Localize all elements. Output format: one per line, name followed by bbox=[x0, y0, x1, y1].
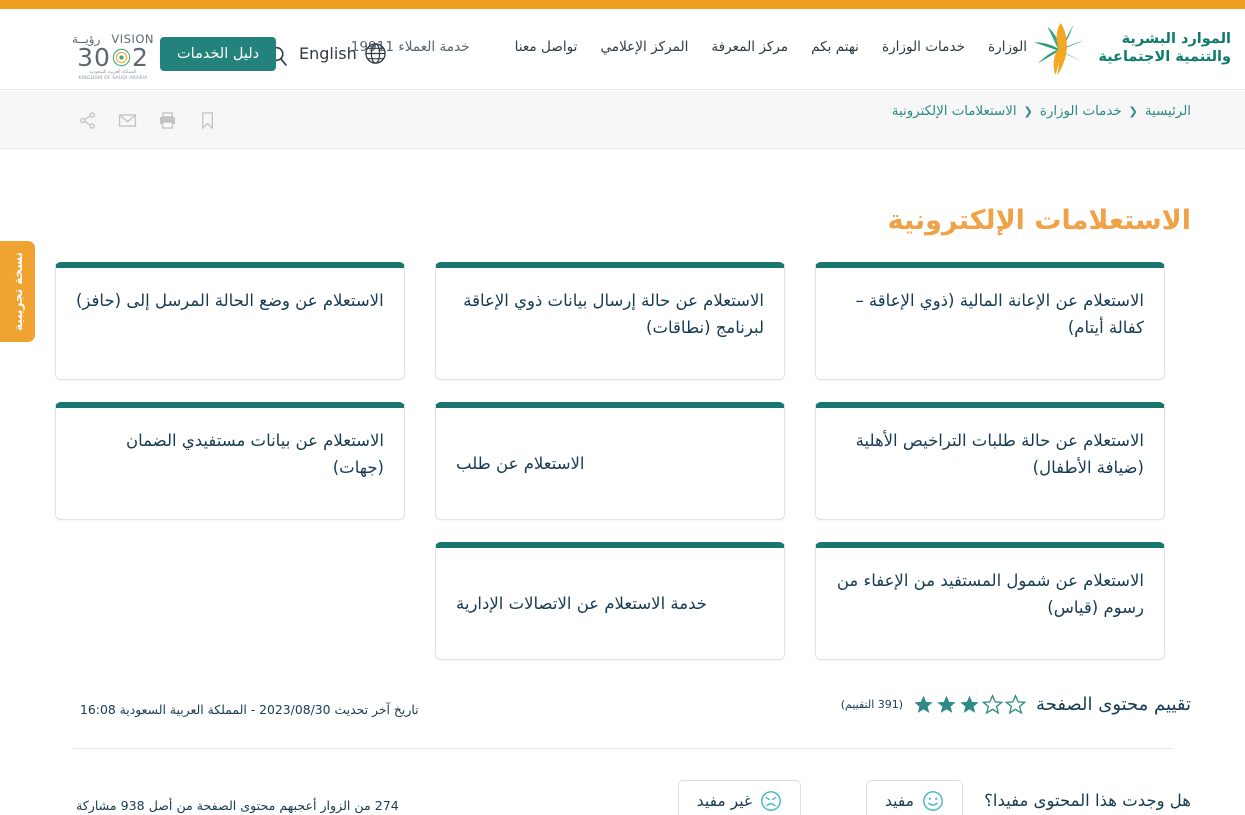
breadcrumb-item-services[interactable]: خدمات الوزارة bbox=[1040, 104, 1122, 119]
last-update-text: تاريخ آخر تحديث 2023/08/30 - المملكة الع… bbox=[80, 702, 419, 717]
breadcrumb-item-current: الاستعلامات الإلكترونية bbox=[891, 104, 1017, 119]
beta-version-label: نسخة تجريبية bbox=[10, 251, 25, 332]
ministry-logo-line1: الموارد البشرية bbox=[1121, 31, 1232, 48]
page-rating-section: تقييم محتوى الصفحة (391 التقييم) تاريخ آ… bbox=[54, 694, 1191, 730]
vision-number: 2 30 bbox=[72, 45, 154, 70]
bookmark-icon[interactable] bbox=[198, 111, 217, 130]
card-row-1: الاستعلام عن الإعانة المالية (ذوي الإعاق… bbox=[55, 262, 1165, 380]
nav-item-contact-us[interactable]: تواصل معنا bbox=[515, 39, 578, 55]
services-card-grid: الاستعلام عن الإعانة المالية (ذوي الإعاق… bbox=[55, 262, 1165, 682]
service-card-label: الاستعلام عن بيانات مستفيدي الضمان (جهات… bbox=[126, 431, 384, 477]
service-card-label: خدمة الاستعلام عن الاتصالات الإدارية bbox=[456, 594, 707, 614]
rating-count: (391 التقييم) bbox=[840, 698, 904, 711]
ministry-logo-line2: والتنمية الاجتماعية bbox=[1098, 49, 1231, 65]
nav-item-knowledge[interactable]: مركز المعرفة bbox=[711, 39, 788, 55]
visitor-statistics-text: 274 من الزوار أعجبهم محتوى الصفحة من أصل… bbox=[76, 798, 399, 813]
service-card-label: الاستعلام عن حالة إرسال بيانات ذوي الإعا… bbox=[463, 291, 764, 337]
feedback-not-useful-button[interactable]: غير مفيد bbox=[677, 780, 801, 815]
service-card-label: الاستعلام عن حالة طلبات التراخيص الأهلية… bbox=[855, 431, 1144, 477]
service-card-label: الاستعلام عن الإعانة المالية (ذوي الإعاق… bbox=[855, 291, 1144, 337]
service-card-nitaqat-disability-data[interactable]: الاستعلام عن حالة إرسال بيانات ذوي الإعا… bbox=[435, 262, 785, 380]
rating-stars[interactable] bbox=[913, 694, 1027, 715]
nav-item-ministry[interactable]: الوزارة bbox=[988, 39, 1027, 55]
ministry-logo[interactable]: الموارد البشرية والتنمية الاجتماعية bbox=[1028, 21, 1231, 77]
nav-item-we-care[interactable]: نهتم بكم bbox=[811, 39, 859, 55]
breadcrumb[interactable]: الرئيسية ❮ خدمات الوزارة ❮ الاستعلامات ا… bbox=[892, 104, 1191, 119]
card-row-2: الاستعلام عن حالة طلبات التراخيص الأهلية… bbox=[55, 402, 1165, 520]
feedback-question: هل وجدت هذا المحتوى مفيدا؟ bbox=[984, 791, 1191, 810]
share-toolbar[interactable] bbox=[78, 111, 217, 130]
smiley-face-icon bbox=[923, 790, 943, 811]
vision-number-right: 30 bbox=[77, 43, 111, 72]
globe-icon bbox=[365, 43, 386, 64]
service-card-childcare-licenses[interactable]: الاستعلام عن حالة طلبات التراخيص الأهلية… bbox=[815, 402, 1165, 520]
rating-control[interactable]: تقييم محتوى الصفحة (391 التقييم) bbox=[841, 694, 1191, 715]
service-card-administrative-communications[interactable]: خدمة الاستعلام عن الاتصالات الإدارية bbox=[435, 542, 785, 660]
card-row-3: الاستعلام عن شمول المستفيد من الإعفاء من… bbox=[55, 542, 1165, 660]
breadcrumb-separator-icon: ❮ bbox=[1023, 105, 1033, 118]
service-card-request-inquiry[interactable]: الاستعلام عن طلب bbox=[435, 402, 785, 520]
top-accent-strip bbox=[0, 0, 1245, 9]
vision-number-left: 2 bbox=[131, 43, 149, 72]
breadcrumb-item-home[interactable]: الرئيسية bbox=[1145, 104, 1191, 119]
site-header: الموارد البشرية والتنمية الاجتماعية الوز… bbox=[0, 9, 1245, 90]
service-card-label: الاستعلام عن وضع الحالة المرسل إلى (حافز… bbox=[76, 291, 384, 310]
rating-label: تقييم محتوى الصفحة bbox=[1036, 694, 1191, 715]
vision-subtitle-en: KINGDOM OF SAUDI ARABIA bbox=[78, 75, 148, 81]
ministry-logo-text: الموارد البشرية والتنمية الاجتماعية bbox=[1098, 31, 1231, 66]
feedback-useful-button[interactable]: مفيد bbox=[866, 780, 963, 815]
star-filled-icon[interactable] bbox=[913, 694, 934, 715]
service-card-label: الاستعلام عن طلب bbox=[456, 454, 585, 474]
service-card-financial-aid[interactable]: الاستعلام عن الإعانة المالية (ذوي الإعاق… bbox=[815, 262, 1165, 380]
nav-item-services[interactable]: خدمات الوزارة bbox=[882, 39, 965, 55]
card-slot-empty bbox=[55, 542, 405, 660]
email-icon[interactable] bbox=[118, 111, 137, 130]
print-icon[interactable] bbox=[158, 111, 177, 130]
feedback-useful-label: مفيد bbox=[885, 791, 914, 810]
services-guide-button[interactable]: دليل الخدمات bbox=[160, 37, 277, 71]
ministry-palm-icon bbox=[1034, 22, 1085, 76]
frowning-face-icon bbox=[761, 790, 781, 811]
star-empty-icon[interactable] bbox=[1005, 694, 1027, 715]
main-navigation[interactable]: الوزارة خدمات الوزارة نهتم بكم مركز المع… bbox=[351, 39, 1027, 55]
vision-ornament-icon bbox=[112, 48, 131, 67]
feedback-not-useful-label: غير مفيد bbox=[696, 791, 752, 810]
service-card-qiyas-fee-exemption[interactable]: الاستعلام عن شمول المستفيد من الإعفاء من… bbox=[815, 542, 1165, 660]
beta-version-tab[interactable]: نسخة تجريبية bbox=[0, 241, 35, 342]
nav-item-media-center[interactable]: المركز الإعلامي bbox=[600, 39, 688, 55]
page-title: الاستعلامات الإلكترونية bbox=[887, 205, 1191, 236]
star-filled-icon[interactable] bbox=[936, 694, 957, 715]
service-card-hafiz-status[interactable]: الاستعلام عن وضع الحالة المرسل إلى (حافز… bbox=[55, 262, 405, 380]
star-filled-icon[interactable] bbox=[959, 694, 980, 715]
breadcrumb-separator-icon: ❮ bbox=[1128, 105, 1138, 118]
share-icon[interactable] bbox=[78, 111, 97, 130]
star-empty-icon[interactable] bbox=[982, 694, 1004, 715]
language-switcher[interactable]: English bbox=[299, 42, 387, 65]
language-label: English bbox=[299, 44, 357, 63]
vision-2030-logo[interactable]: VISION رؤيــة 2 30 المملكة العربية السعو… bbox=[72, 33, 154, 81]
service-card-social-security-beneficiaries[interactable]: الاستعلام عن بيانات مستفيدي الضمان (جهات… bbox=[55, 402, 405, 520]
section-divider bbox=[73, 748, 1173, 749]
service-card-label: الاستعلام عن شمول المستفيد من الإعفاء من… bbox=[836, 571, 1144, 617]
